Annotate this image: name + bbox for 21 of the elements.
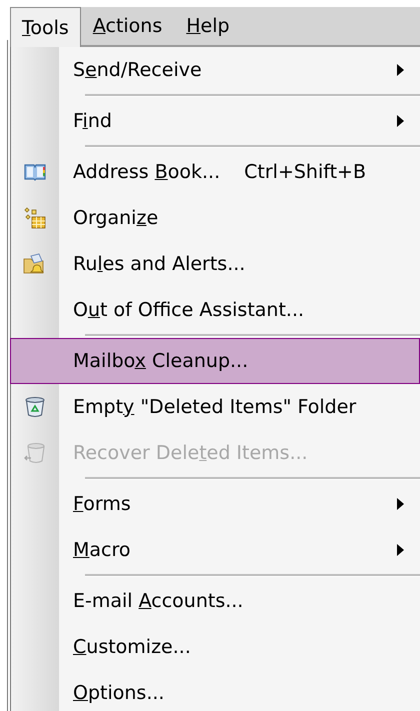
folder-bell-icon bbox=[23, 253, 47, 275]
menu-tab[interactable]: Help bbox=[174, 7, 242, 45]
trash-arrow-icon bbox=[23, 442, 47, 464]
menu-item[interactable]: Customize... bbox=[11, 624, 420, 670]
menu-tab[interactable]: Tools bbox=[10, 7, 81, 47]
menu-item[interactable]: Rules and Alerts... bbox=[11, 241, 420, 287]
menu-item[interactable]: Find bbox=[11, 98, 420, 144]
shortcut-text: Ctrl+Shift+B bbox=[243, 161, 366, 183]
menu-item[interactable]: E-mail Accounts... bbox=[11, 578, 420, 624]
menu-item[interactable]: Macro bbox=[11, 527, 420, 573]
menu-item[interactable]: Send/Receive bbox=[11, 47, 420, 93]
menu-item[interactable]: Out of Office Assistant... bbox=[11, 287, 420, 333]
menu-item[interactable]: Options... bbox=[11, 670, 420, 711]
trash-icon bbox=[23, 396, 47, 418]
menu-item[interactable]: Address Book... Ctrl+Shift+B bbox=[11, 149, 420, 195]
menu-item[interactable]: Forms bbox=[11, 481, 420, 527]
menu-item[interactable]: Empty "Deleted Items" Folder bbox=[11, 384, 420, 430]
menu-item[interactable]: Mailbox Cleanup... bbox=[10, 338, 420, 384]
menu-tab[interactable]: Actions bbox=[80, 7, 174, 45]
organize-icon bbox=[23, 207, 47, 229]
menu-item[interactable]: Organize bbox=[11, 195, 420, 241]
